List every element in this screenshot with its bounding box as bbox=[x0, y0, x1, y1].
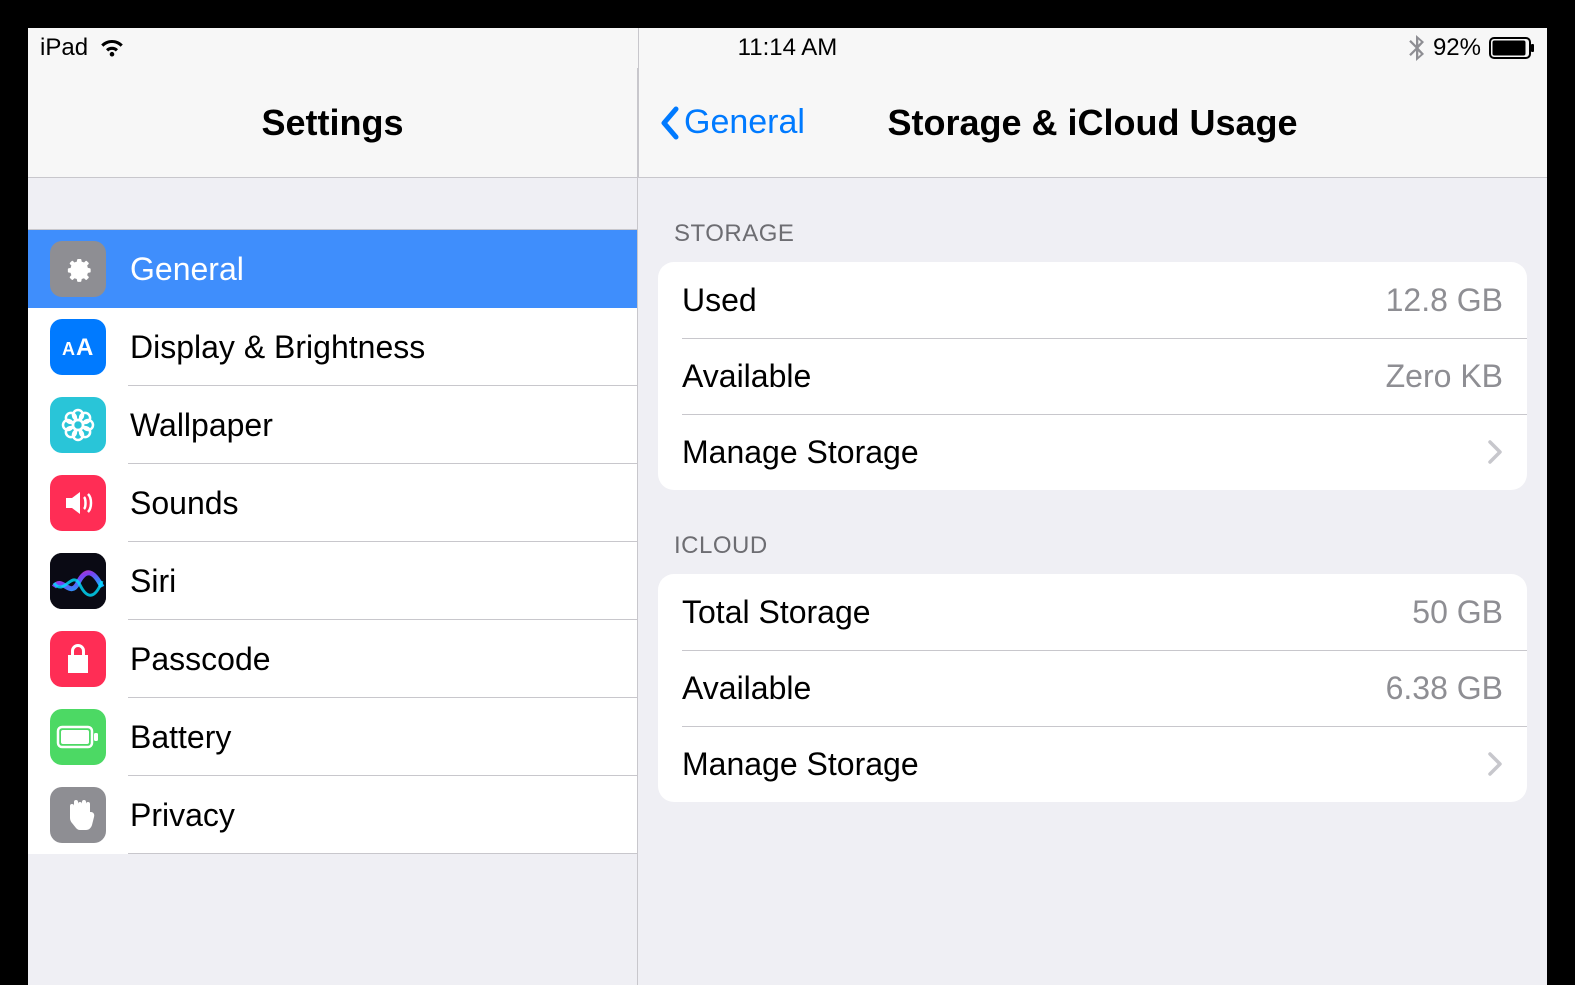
sidebar-item-battery[interactable]: Battery bbox=[28, 698, 637, 776]
battery-icon bbox=[1489, 37, 1535, 59]
row-manage-storage[interactable]: Manage Storage bbox=[658, 414, 1527, 490]
sidebar-item-sounds[interactable]: Sounds bbox=[28, 464, 637, 542]
device-label: iPad bbox=[40, 34, 88, 62]
row-value: 12.8 GB bbox=[1386, 282, 1503, 319]
status-bar: iPad 11:14 AM 92% bbox=[28, 28, 1547, 68]
column-divider bbox=[638, 28, 639, 178]
text-size-icon: AA bbox=[50, 319, 106, 375]
lock-icon bbox=[50, 631, 106, 687]
row-label: Available bbox=[682, 670, 1386, 707]
row-label: Total Storage bbox=[682, 594, 1412, 631]
battery-setting-icon bbox=[50, 709, 106, 765]
svg-text:A: A bbox=[76, 334, 93, 361]
row-value: Zero KB bbox=[1386, 358, 1503, 395]
settings-sidebar: Settings General AA Display & B bbox=[28, 68, 638, 985]
row-label: Used bbox=[682, 282, 1386, 319]
hand-icon bbox=[50, 787, 106, 843]
back-label: General bbox=[684, 103, 805, 142]
chevron-right-icon bbox=[1487, 751, 1503, 777]
row-label: Manage Storage bbox=[682, 434, 1473, 471]
row-value: 6.38 GB bbox=[1386, 670, 1503, 707]
clock: 11:14 AM bbox=[738, 34, 838, 61]
sidebar-item-display[interactable]: AA Display & Brightness bbox=[28, 308, 637, 386]
detail-nav: General Storage & iCloud Usage bbox=[638, 68, 1547, 178]
sidebar-item-label: General bbox=[130, 251, 244, 288]
sidebar-item-label: Display & Brightness bbox=[130, 329, 425, 366]
storage-group: Used 12.8 GB Available Zero KB Manage St… bbox=[658, 262, 1527, 490]
section-header-storage: Storage bbox=[638, 178, 1547, 262]
row-label: Available bbox=[682, 358, 1386, 395]
row-storage-available: Available Zero KB bbox=[658, 338, 1527, 414]
row-storage-used: Used 12.8 GB bbox=[658, 262, 1527, 338]
sidebar-item-privacy[interactable]: Privacy bbox=[28, 776, 637, 854]
sidebar-title: Settings bbox=[261, 102, 403, 144]
section-header-icloud: iCloud bbox=[638, 490, 1547, 574]
sidebar-item-label: Sounds bbox=[130, 485, 239, 522]
chevron-right-icon bbox=[1487, 439, 1503, 465]
row-manage-icloud[interactable]: Manage Storage bbox=[658, 726, 1527, 802]
sidebar-item-passcode[interactable]: Passcode bbox=[28, 620, 637, 698]
sidebar-item-label: Privacy bbox=[130, 797, 235, 834]
sidebar-item-label: Passcode bbox=[130, 641, 271, 678]
battery-percent: 92% bbox=[1433, 34, 1481, 62]
detail-pane: General Storage & iCloud Usage Storage U… bbox=[638, 68, 1547, 985]
flower-icon bbox=[50, 397, 106, 453]
sidebar-spacer bbox=[28, 178, 637, 230]
wifi-icon bbox=[98, 37, 126, 59]
sidebar-item-label: Wallpaper bbox=[130, 407, 273, 444]
row-label: Manage Storage bbox=[682, 746, 1473, 783]
gear-icon bbox=[50, 241, 106, 297]
page-title: Storage & iCloud Usage bbox=[887, 102, 1297, 144]
sidebar-item-siri[interactable]: Siri bbox=[28, 542, 637, 620]
bluetooth-icon bbox=[1409, 35, 1425, 61]
sidebar-item-general[interactable]: General bbox=[28, 230, 637, 308]
svg-text:A: A bbox=[62, 339, 75, 359]
sidebar-item-wallpaper[interactable]: Wallpaper bbox=[28, 386, 637, 464]
sidebar-item-label: Battery bbox=[130, 719, 231, 756]
siri-icon bbox=[50, 553, 106, 609]
back-button[interactable]: General bbox=[658, 103, 805, 142]
chevron-left-icon bbox=[658, 105, 680, 141]
speaker-icon bbox=[50, 475, 106, 531]
sidebar-item-label: Siri bbox=[130, 563, 176, 600]
sidebar-nav: Settings bbox=[28, 68, 637, 178]
row-icloud-available: Available 6.38 GB bbox=[658, 650, 1527, 726]
row-icloud-total: Total Storage 50 GB bbox=[658, 574, 1527, 650]
row-value: 50 GB bbox=[1412, 594, 1503, 631]
icloud-group: Total Storage 50 GB Available 6.38 GB Ma… bbox=[658, 574, 1527, 802]
